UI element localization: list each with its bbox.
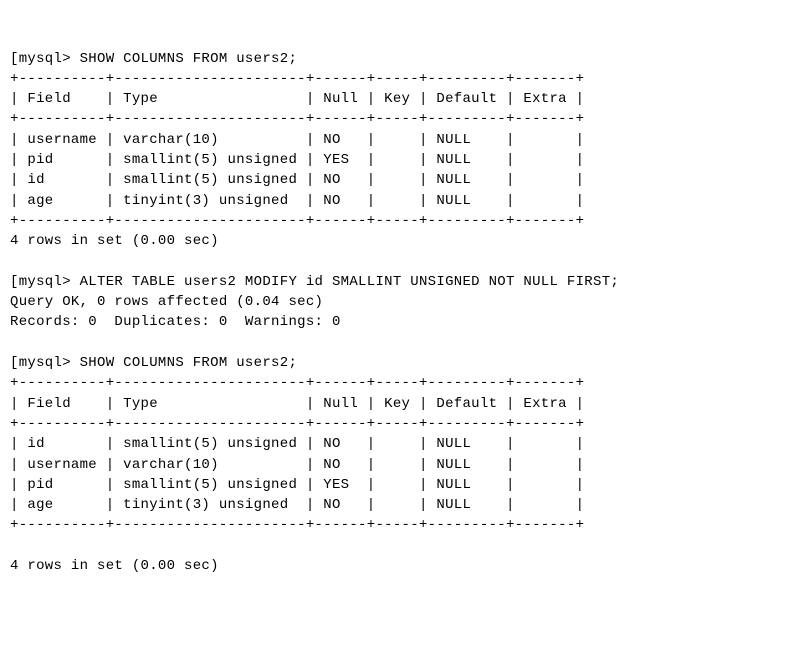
terminal-output: [mysql> SHOW COLUMNS FROM users2; +-----… (10, 49, 796, 577)
